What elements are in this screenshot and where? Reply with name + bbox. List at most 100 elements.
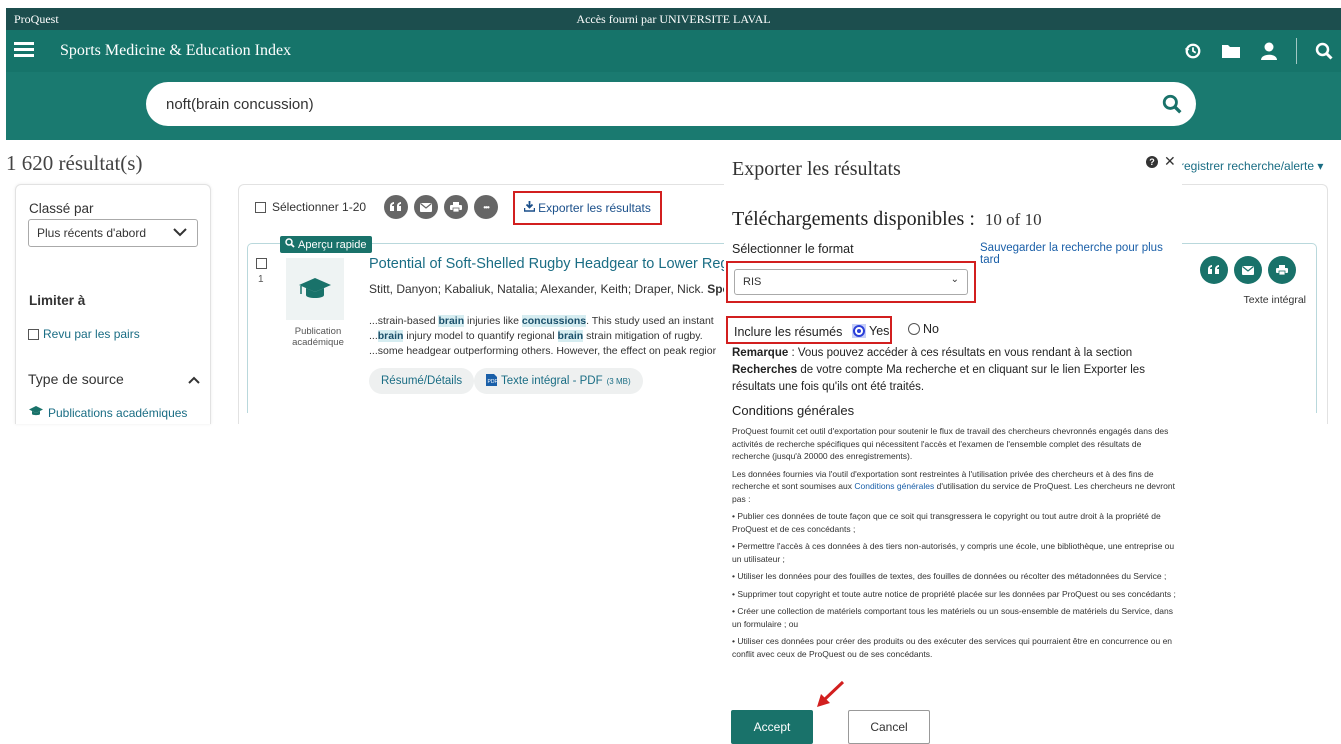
- download-icon: [523, 201, 536, 215]
- magnifier-icon: [285, 238, 295, 251]
- pdf-icon: PDF: [486, 373, 498, 389]
- close-icon[interactable]: ✕: [1164, 153, 1176, 170]
- result-count: 1 620 résultat(s): [6, 151, 143, 175]
- terms-bullet: • Créer une collection de matériels comp…: [732, 606, 1173, 629]
- envelope-icon: [1242, 265, 1254, 275]
- terms-bullet: • Utiliser ces données pour créer des pr…: [732, 636, 1173, 659]
- checkbox-icon[interactable]: [28, 328, 39, 340]
- abstracts-highlight-box: Inclure les résumés Yes: [726, 316, 892, 344]
- conditions-link[interactable]: Conditions générales: [854, 481, 934, 491]
- result-number: 1: [258, 274, 264, 285]
- cite-button[interactable]: [384, 195, 409, 219]
- include-abstracts-label: Inclure les résumés: [734, 325, 843, 339]
- radio-selected-icon[interactable]: [853, 325, 865, 337]
- result-snippet: ...strain-based brain injuries like conc…: [369, 314, 724, 359]
- export-results-label: Exporter les résultats: [538, 201, 651, 215]
- publication-type: Publication académique: [292, 326, 344, 348]
- abstracts-yes-radio[interactable]: Yes: [852, 324, 889, 338]
- file-size: (3 MB): [606, 376, 631, 386]
- snippet-highlight: brain: [557, 330, 584, 342]
- terms-paragraph: Les données fournies via l'outil d'expor…: [732, 468, 1177, 506]
- sort-label: Classé par: [29, 201, 94, 216]
- snippet-text: injuries like: [464, 315, 522, 327]
- results-toolbar: Sélectionner 1-20 •••: [255, 195, 499, 219]
- abstracts-no-radio[interactable]: No: [908, 322, 939, 336]
- user-icon[interactable]: [1258, 40, 1280, 62]
- select-all-checkbox[interactable]: [255, 201, 266, 213]
- select-range-label: Sélectionner 1-20: [272, 200, 367, 214]
- cite-button[interactable]: [1200, 256, 1228, 284]
- save-search-later-link[interactable]: Sauvegarder la recherche pour plus tard: [980, 242, 1182, 266]
- peer-reviewed-label: Revu par les pairs: [43, 327, 140, 341]
- sort-value: Plus récents d'abord: [37, 226, 147, 240]
- source-type-heading[interactable]: Type de source: [28, 371, 200, 387]
- svg-text:PDF: PDF: [488, 379, 498, 385]
- save-search-alert-link[interactable]: registrer recherche/alerte ▾: [1180, 159, 1323, 173]
- summary-details-button[interactable]: Résumé/Détails: [369, 368, 475, 394]
- print-button[interactable]: [1268, 256, 1296, 284]
- radio-icon[interactable]: [908, 323, 920, 335]
- result-title[interactable]: Potential of Soft-Shelled Rugby Headgear…: [369, 256, 724, 272]
- terms-bullet: • Supprimer tout copyright et toute autr…: [732, 588, 1176, 599]
- quote-icon: [390, 202, 402, 211]
- help-icon[interactable]: ?: [1146, 156, 1158, 168]
- chevron-up-icon[interactable]: [188, 371, 200, 387]
- access-notice: Accès fourni par UNIVERSITE LAVAL: [576, 12, 771, 26]
- downloads-label: Téléchargements disponibles :: [732, 208, 975, 230]
- snippet-text: injury model to quantify regional: [403, 330, 558, 342]
- terms-paragraph: ProQuest fournit cet outil d'exportation…: [732, 426, 1169, 461]
- remark-bold: Remarque: [732, 347, 789, 359]
- format-label: Sélectionner le format: [732, 242, 854, 256]
- search-icon[interactable]: [1313, 40, 1335, 62]
- snippet-highlight: concussions: [521, 315, 587, 327]
- search-input[interactable]: [166, 92, 1066, 116]
- academic-publications-label: Publications académiques: [48, 405, 188, 420]
- snippet-highlight: brain: [377, 330, 404, 342]
- search-submit-icon[interactable]: [1162, 94, 1182, 114]
- remark-bold: Recherches: [732, 364, 798, 376]
- format-select[interactable]: RIS ⌄: [734, 269, 968, 295]
- envelope-icon: [420, 202, 433, 212]
- terms-bullet: • Utiliser les données pour des fouilles…: [732, 571, 1167, 581]
- more-options-button[interactable]: •••: [474, 195, 499, 219]
- terms-text: ProQuest fournit cet outil d'exportation…: [732, 425, 1177, 665]
- authors-text: Stitt, Danyon; Kabaliuk, Natalia; Alexan…: [369, 282, 708, 296]
- limit-heading: Limiter à: [29, 293, 86, 308]
- database-title[interactable]: Sports Medicine & Education Index: [60, 42, 291, 60]
- chevron-down-icon: [173, 226, 187, 240]
- divider: [1296, 38, 1297, 64]
- academic-publications-filter[interactable]: Publications académiques: [28, 405, 187, 420]
- email-button[interactable]: [1234, 256, 1262, 284]
- result-thumbnail[interactable]: [286, 258, 344, 320]
- graduation-cap-icon: [299, 278, 331, 298]
- conditions-heading: Conditions générales: [732, 403, 855, 418]
- fulltext-label: Texte intégral: [1243, 294, 1306, 306]
- printer-icon: [450, 202, 463, 212]
- printer-icon: [1276, 265, 1288, 275]
- fulltext-pdf-label: Texte intégral - PDF: [501, 375, 603, 387]
- export-results-link[interactable]: Exporter les résultats: [513, 191, 662, 225]
- search-box: [146, 82, 1196, 126]
- folder-icon[interactable]: [1220, 40, 1242, 62]
- source-text: Sport:: [707, 282, 724, 296]
- graduation-cap-icon: [28, 405, 44, 420]
- sort-select[interactable]: Plus récents d'abord: [28, 219, 198, 247]
- history-icon[interactable]: [1182, 40, 1204, 62]
- remark-text: Remarque : Vous pouvez accéder à ces rés…: [732, 345, 1172, 396]
- dialog-title: Exporter les résultats: [732, 158, 901, 180]
- filter-sidebar: Classé par Plus récents d'abord Limiter …: [15, 184, 211, 424]
- result-checkbox[interactable]: [256, 258, 267, 269]
- peer-reviewed-checkbox[interactable]: Revu par les pairs: [28, 327, 140, 341]
- menu-icon[interactable]: [14, 42, 34, 58]
- yes-label: Yes: [869, 324, 890, 338]
- quick-preview-button[interactable]: Aperçu rapide: [280, 236, 372, 253]
- print-button[interactable]: [444, 195, 469, 219]
- chevron-down-icon: ⌄: [950, 274, 959, 285]
- format-value: RIS: [743, 276, 762, 288]
- nav-icons: [1182, 38, 1335, 64]
- export-dialog: Exporter les résultats ? ✕ Téléchargemen…: [724, 146, 1182, 744]
- terms-bullet: • Publier ces données de toute façon que…: [732, 511, 1161, 534]
- result-authors: Stitt, Danyon; Kabaliuk, Natalia; Alexan…: [369, 282, 724, 296]
- email-button[interactable]: [414, 195, 439, 219]
- fulltext-pdf-button[interactable]: PDF Texte intégral - PDF (3 MB): [474, 368, 643, 394]
